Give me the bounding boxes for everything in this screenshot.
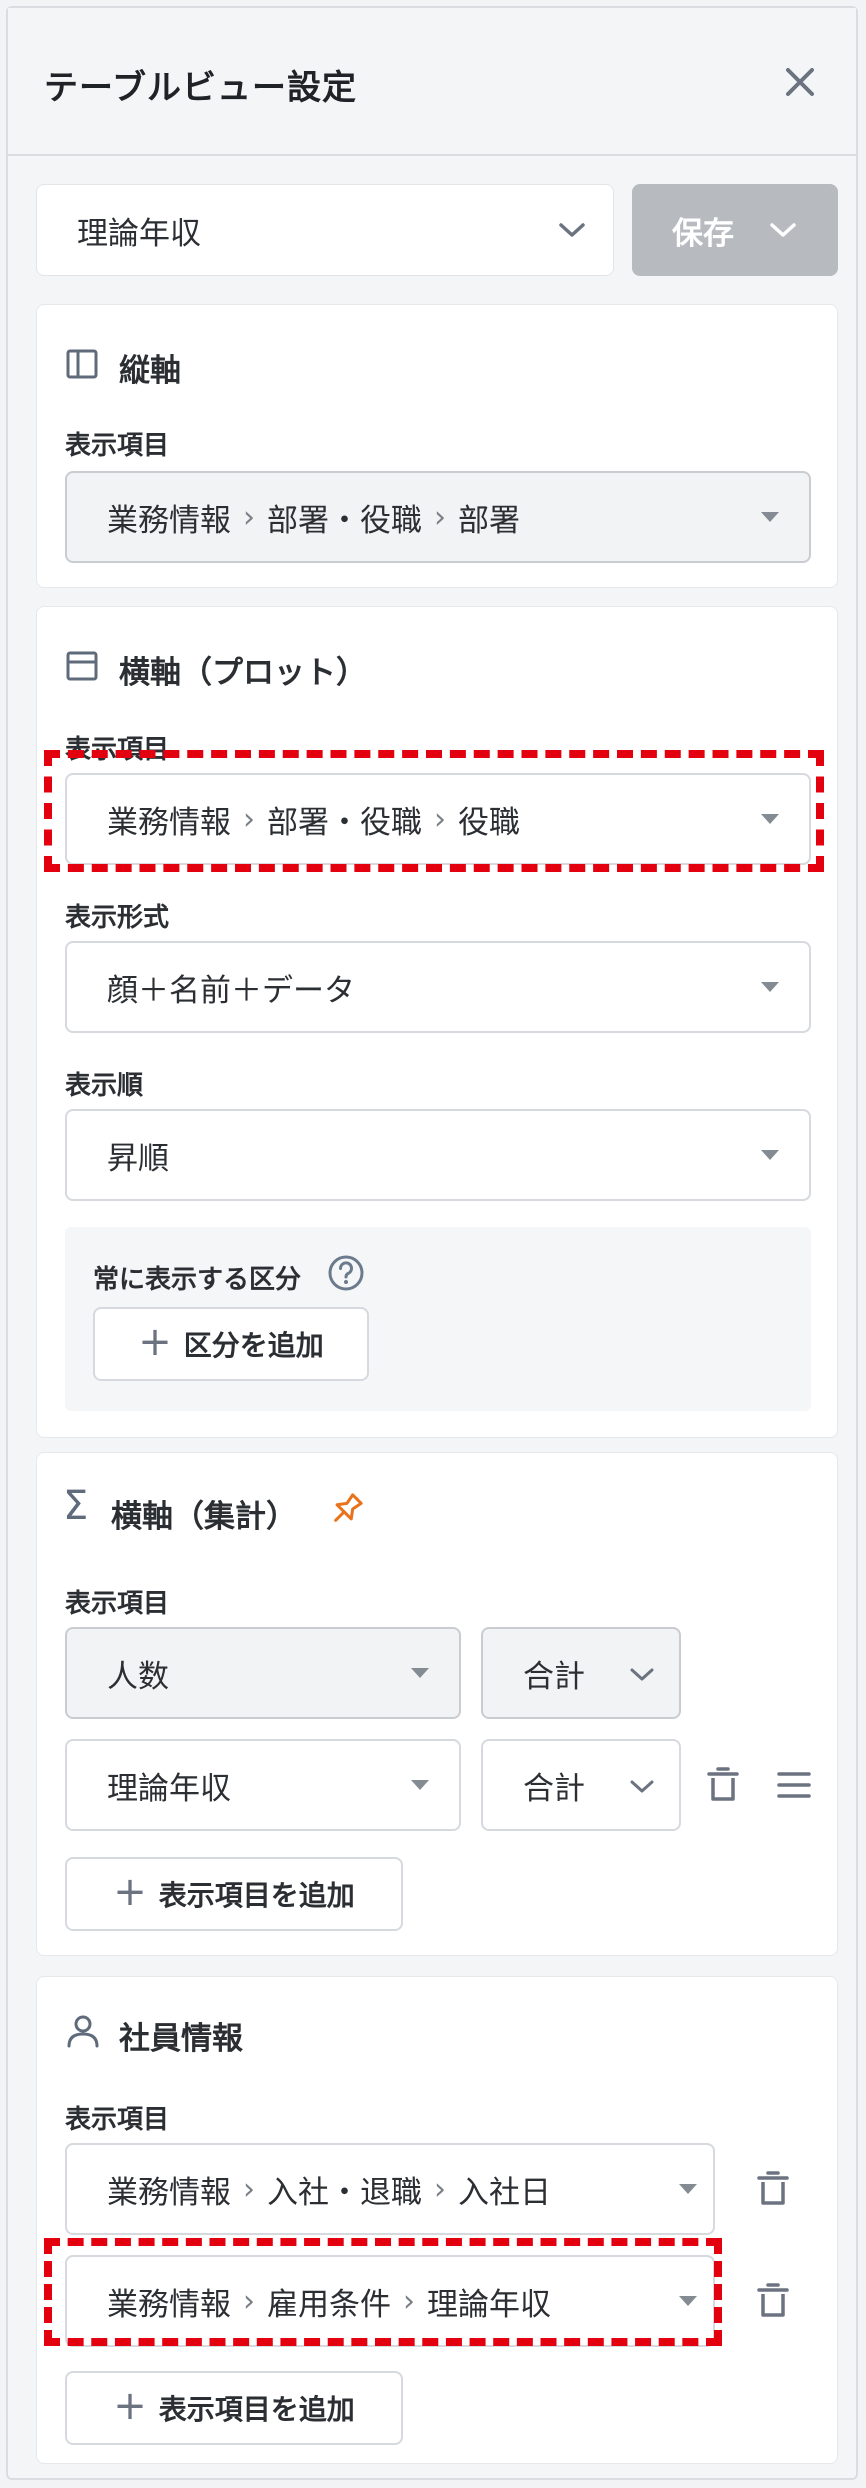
caret-down-icon bbox=[761, 512, 779, 522]
plus-icon: + bbox=[138, 1319, 172, 1365]
chevron-right-icon: › bbox=[243, 801, 255, 837]
employee-info-title: 社員情報 bbox=[119, 2021, 243, 2057]
path-segment: 業務情報 bbox=[107, 804, 231, 841]
chevron-down-icon bbox=[630, 1668, 654, 1681]
help-icon[interactable] bbox=[327, 1254, 365, 1292]
add-display-item-label: 表示項目を追加 bbox=[158, 1879, 355, 1912]
path-segment: 部署・役職 bbox=[267, 502, 422, 539]
caret-down-icon bbox=[679, 2296, 697, 2306]
path-text: 業務情報 › 部署・役職 › 役職 bbox=[107, 775, 520, 863]
vertical-axis-title: 縦軸 bbox=[119, 353, 181, 389]
chevron-right-icon: › bbox=[243, 2171, 255, 2207]
always-show-label: 常に表示する区分 bbox=[93, 1265, 302, 1295]
aggregate-function-select[interactable]: 合計 bbox=[481, 1627, 681, 1719]
plot-display-item-select[interactable]: 業務情報 › 部署・役職 › 役職 bbox=[65, 773, 811, 865]
employee-display-item-select[interactable]: 業務情報 › 雇用条件 › 理論年収 bbox=[65, 2255, 715, 2347]
columns-icon bbox=[66, 349, 98, 379]
aggregate-item-value: 理論年収 bbox=[107, 1770, 231, 1807]
drag-handle-icon[interactable] bbox=[777, 1770, 811, 1800]
close-button[interactable] bbox=[778, 60, 822, 104]
horizontal-plot-card: 横軸（プロット） 表示項目 業務情報 › 部署・役職 › 役職 表示形式 顔＋名… bbox=[36, 606, 838, 1438]
chevron-right-icon: › bbox=[403, 2283, 415, 2319]
plus-icon: + bbox=[113, 1869, 147, 1915]
display-item-label: 表示項目 bbox=[65, 735, 170, 765]
caret-down-icon bbox=[761, 814, 779, 824]
add-category-button[interactable]: + 区分を追加 bbox=[93, 1307, 369, 1381]
close-icon bbox=[786, 68, 814, 96]
path-segment: 入社日 bbox=[458, 2174, 551, 2211]
vertical-axis-card: 縦軸 表示項目 業務情報 › 部署・役職 › 部署 bbox=[36, 304, 838, 588]
add-display-item-button[interactable]: + 表示項目を追加 bbox=[65, 1857, 403, 1931]
vertical-display-item-select[interactable]: 業務情報 › 部署・役職 › 部署 bbox=[65, 471, 811, 563]
add-category-label: 区分を追加 bbox=[183, 1329, 324, 1362]
employee-info-card: 社員情報 表示項目 業務情報 › 入社・退職 › 入社日 業務情報 › 雇用条件… bbox=[36, 1976, 838, 2464]
aggregate-function-value: 合計 bbox=[523, 1658, 585, 1695]
path-text: 業務情報 › 部署・役職 › 部署 bbox=[107, 473, 520, 561]
preset-select[interactable]: 理論年収 bbox=[36, 184, 614, 276]
add-display-item-button[interactable]: + 表示項目を追加 bbox=[65, 2371, 403, 2445]
path-segment: 部署 bbox=[458, 502, 520, 539]
aggregate-item-select[interactable]: 人数 bbox=[65, 1627, 461, 1719]
employee-display-item-select[interactable]: 業務情報 › 入社・退職 › 入社日 bbox=[65, 2143, 715, 2235]
caret-down-icon bbox=[411, 1668, 429, 1678]
trash-icon[interactable] bbox=[755, 2282, 791, 2320]
path-text: 業務情報 › 雇用条件 › 理論年収 bbox=[107, 2257, 551, 2345]
table-view-settings-panel: テーブルビュー設定 理論年収 保存 縦軸 表示項目 業務情報 › 部署・役職 ›… bbox=[6, 6, 858, 2480]
horizontal-aggregate-title: 横軸（集計） bbox=[111, 1499, 297, 1535]
chevron-down-icon bbox=[559, 223, 585, 237]
rows-icon bbox=[66, 651, 98, 681]
panel-header: テーブルビュー設定 bbox=[8, 8, 856, 156]
path-segment: 業務情報 bbox=[107, 502, 231, 539]
panel-title: テーブルビュー設定 bbox=[44, 68, 357, 108]
chevron-right-icon: › bbox=[434, 801, 446, 837]
chevron-down-icon bbox=[630, 1780, 654, 1793]
aggregate-item-value: 人数 bbox=[107, 1658, 169, 1695]
save-button-label: 保存 bbox=[672, 215, 734, 252]
display-item-label: 表示項目 bbox=[65, 431, 170, 461]
chevron-right-icon: › bbox=[243, 499, 255, 535]
display-order-label: 表示順 bbox=[65, 1071, 144, 1101]
save-button[interactable]: 保存 bbox=[632, 184, 838, 276]
caret-down-icon bbox=[411, 1780, 429, 1790]
path-text: 業務情報 › 入社・退職 › 入社日 bbox=[107, 2145, 551, 2233]
path-segment: 業務情報 bbox=[107, 2286, 231, 2323]
display-format-select[interactable]: 顔＋名前＋データ bbox=[65, 941, 811, 1033]
display-order-select[interactable]: 昇順 bbox=[65, 1109, 811, 1201]
pin-icon[interactable] bbox=[327, 1489, 367, 1529]
chevron-down-icon bbox=[770, 223, 796, 237]
trash-icon[interactable] bbox=[755, 2170, 791, 2208]
display-item-label: 表示項目 bbox=[65, 2105, 170, 2135]
caret-down-icon bbox=[761, 982, 779, 992]
caret-down-icon bbox=[679, 2184, 697, 2194]
add-display-item-label: 表示項目を追加 bbox=[158, 2393, 355, 2426]
display-order-value: 昇順 bbox=[107, 1140, 169, 1177]
sigma-icon: Σ bbox=[63, 1483, 89, 1529]
horizontal-aggregate-card: Σ 横軸（集計） 表示項目 人数 合計 理論年収 合計 + 表示項目を追加 bbox=[36, 1452, 838, 1956]
chevron-right-icon: › bbox=[434, 2171, 446, 2207]
aggregate-item-select[interactable]: 理論年収 bbox=[65, 1739, 461, 1831]
display-format-value: 顔＋名前＋データ bbox=[107, 972, 355, 1009]
aggregate-function-select[interactable]: 合計 bbox=[481, 1739, 681, 1831]
chevron-right-icon: › bbox=[434, 499, 446, 535]
plus-icon: + bbox=[113, 2383, 147, 2429]
path-segment: 雇用条件 bbox=[267, 2286, 391, 2323]
path-segment: 部署・役職 bbox=[267, 804, 422, 841]
trash-icon[interactable] bbox=[705, 1766, 741, 1804]
path-segment: 業務情報 bbox=[107, 2174, 231, 2211]
horizontal-plot-title: 横軸（プロット） bbox=[119, 655, 367, 691]
person-icon bbox=[67, 2015, 99, 2048]
path-segment: 役職 bbox=[458, 804, 520, 841]
preset-value: 理論年収 bbox=[77, 215, 201, 252]
always-show-category-box: 常に表示する区分 + 区分を追加 bbox=[65, 1227, 811, 1411]
display-format-label: 表示形式 bbox=[65, 903, 170, 933]
aggregate-function-value: 合計 bbox=[523, 1770, 585, 1807]
chevron-right-icon: › bbox=[243, 2283, 255, 2319]
path-segment: 入社・退職 bbox=[267, 2174, 422, 2211]
display-item-label: 表示項目 bbox=[65, 1589, 170, 1619]
caret-down-icon bbox=[761, 1150, 779, 1160]
path-segment: 理論年収 bbox=[427, 2286, 551, 2323]
